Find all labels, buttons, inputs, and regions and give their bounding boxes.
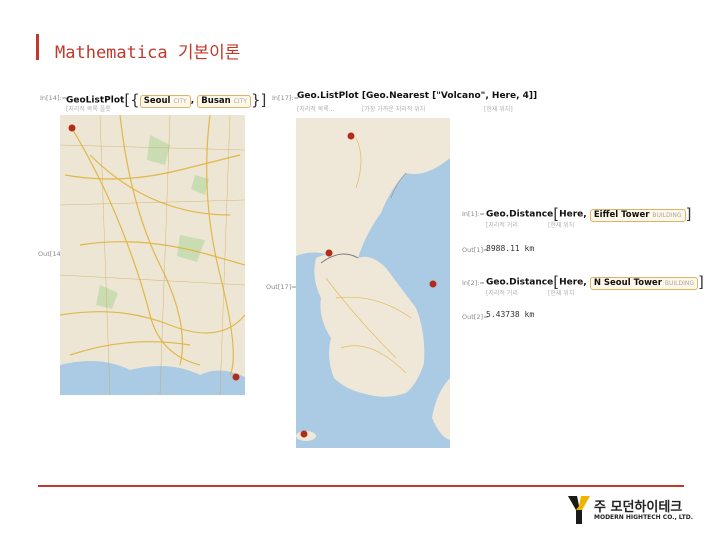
logo-english-text: MODERN HIGHTECH CO., LTD. xyxy=(594,514,693,521)
cell2-code[interactable]: Geo.ListPlot [Geo.Nearest ["Volcano", He… xyxy=(297,91,537,101)
marker-busan xyxy=(232,373,240,381)
slide-title: Mathematica 기본이론 xyxy=(55,43,241,63)
cell3-hint2: [현재 위치 xyxy=(548,222,575,229)
cell3-result: 8988.11 km xyxy=(486,244,535,253)
cell3-in-label: In[1]:= xyxy=(462,210,485,218)
footer-divider xyxy=(38,485,684,487)
marker-volcano-4 xyxy=(300,430,308,438)
marker-volcano-3 xyxy=(429,280,437,288)
cell1-hint: [지리적 목록 플롯 xyxy=(66,106,111,113)
entity-n-seoul-tower[interactable]: N Seoul Tower BUILDING xyxy=(589,276,699,290)
map-korea-roads[interactable] xyxy=(60,115,245,395)
cell4-in-label: In[2]:= xyxy=(462,279,485,287)
cell2-out-label: Out[17]= xyxy=(266,283,297,291)
cell3-hint1: [지리적 거리 xyxy=(486,222,518,229)
cell2-hint2: [가장 가까운 지리적 위치 xyxy=(362,106,426,113)
cell2-in-label: In[17]:= xyxy=(272,94,300,102)
cell2-hint3: [현재 위치] xyxy=(484,106,513,113)
cell4-out-label: Out[2]= xyxy=(462,313,489,321)
map-korea-volcanoes[interactable] xyxy=(296,118,450,448)
marker-seoul xyxy=(68,124,76,132)
cell3-out-label: Out[1]= xyxy=(462,246,489,254)
entity-seoul[interactable]: Seoul CITY xyxy=(139,94,191,108)
marker-volcano-1 xyxy=(347,132,355,140)
cell2-hint1: [지리적 목록... xyxy=(297,106,335,113)
cell4-code[interactable]: Geo.Distance[Here, N Seoul Tower BUILDING… xyxy=(486,273,704,291)
cell4-result: 5.43738 km xyxy=(486,310,535,319)
cell4-hint1: [지리적 거리 xyxy=(486,290,518,297)
cell4-hint2: [현재 위치 xyxy=(548,290,575,297)
company-logo: 주 모던하이테크 MODERN HIGHTECH CO., LTD. xyxy=(568,494,693,528)
logo-mark-icon xyxy=(568,496,590,524)
cell1-in-label: In[14]:= xyxy=(40,94,68,102)
logo-korean-text: 주 모던하이테크 xyxy=(594,500,683,515)
marker-volcano-2 xyxy=(325,249,333,257)
entity-eiffel-tower[interactable]: Eiffel Tower BUILDING xyxy=(589,208,686,222)
title-accent-bar xyxy=(36,34,39,60)
entity-busan[interactable]: Busan CITY xyxy=(197,94,251,108)
